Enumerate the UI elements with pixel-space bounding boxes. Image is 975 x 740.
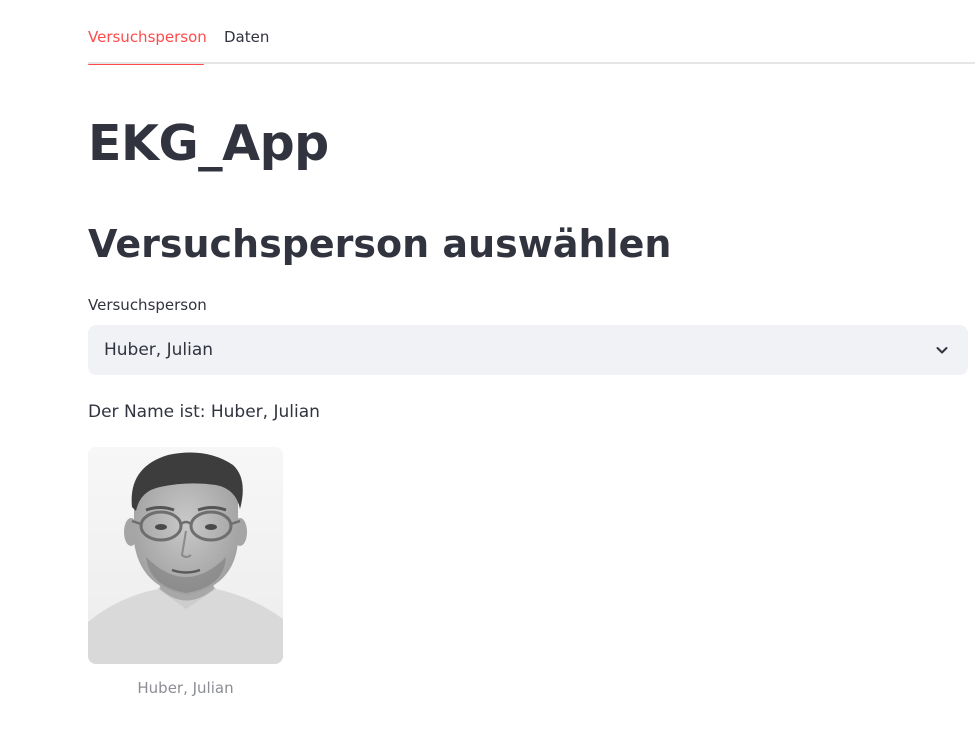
person-select[interactable]: Huber, Julian — [88, 325, 968, 375]
tab-bar: Versuchsperson Daten — [88, 0, 975, 65]
portrait-image — [88, 447, 283, 664]
app-root: Versuchsperson Daten EKG_App Versuchsper… — [0, 0, 975, 740]
section-subheader: Versuchsperson auswählen — [88, 222, 672, 266]
chevron-down-icon — [936, 347, 948, 354]
tab-divider — [88, 62, 975, 64]
person-photo — [88, 447, 283, 664]
tab-label: Versuchsperson — [88, 28, 207, 46]
page-title: EKG_App — [88, 115, 329, 172]
tab-label: Daten — [224, 28, 270, 46]
select-value: Huber, Julian — [104, 340, 214, 360]
select-label: Versuchsperson — [88, 296, 207, 314]
name-output-text: Der Name ist: Huber, Julian — [88, 402, 320, 422]
tab-daten[interactable]: Daten — [224, 26, 269, 64]
tab-versuchsperson[interactable]: Versuchsperson — [88, 26, 207, 65]
image-caption: Huber, Julian — [137, 679, 234, 697]
